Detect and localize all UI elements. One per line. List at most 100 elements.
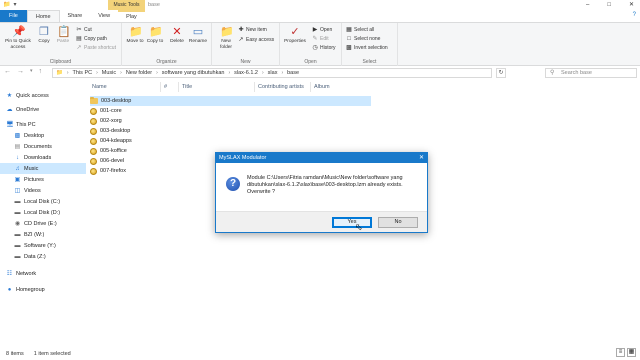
- move-to-icon: 📁: [129, 26, 143, 38]
- column-album[interactable]: Album: [310, 82, 370, 92]
- search-input[interactable]: ⚲ Search base: [545, 68, 637, 78]
- easy-access-button[interactable]: ↗ Easy access: [238, 37, 274, 43]
- file-row[interactable]: 003-desktop: [90, 126, 370, 136]
- dialog-close-icon[interactable]: ✕: [419, 153, 424, 163]
- breadcrumb-this-pc[interactable]: This PC: [73, 70, 93, 76]
- copy-to-button[interactable]: 📁 Copy to: [146, 26, 164, 45]
- title-bar: 📁 ▾ Music Tools base – □ ✕: [0, 0, 640, 10]
- nav-local-disk-d[interactable]: ▬ Local Disk (D:): [0, 207, 86, 218]
- up-arrow-icon[interactable]: ↑: [39, 68, 43, 75]
- ribbon: 📌 Pin to Quick access ❐ Copy 📋 Paste ✂ C…: [0, 22, 640, 66]
- breadcrumb-base[interactable]: base: [287, 70, 299, 76]
- lzm-file-icon: [90, 157, 97, 165]
- nav-music[interactable]: ♫ Music: [0, 163, 86, 174]
- tab-home[interactable]: Home: [26, 10, 60, 22]
- column-number[interactable]: #: [160, 82, 178, 92]
- copy-path-icon: ▤: [76, 36, 82, 42]
- nav-network[interactable]: ☷ Network: [0, 268, 86, 279]
- nav-videos[interactable]: ◫ Videos: [0, 185, 86, 196]
- dialog-message: Module C:\Users\Fitria ramdani\Music\New…: [247, 175, 403, 195]
- copy-path-button[interactable]: ▤ Copy path: [76, 36, 107, 42]
- close-button[interactable]: ✕: [629, 0, 634, 10]
- edit-button[interactable]: ✎ Edit: [312, 36, 328, 42]
- large-icons-view-icon[interactable]: ▦: [627, 348, 636, 357]
- paste-shortcut-button[interactable]: ↗ Paste shortcut: [76, 45, 115, 51]
- paste-button[interactable]: 📋 Paste: [55, 26, 71, 45]
- maximize-button[interactable]: □: [607, 0, 611, 10]
- history-icon: ◷: [312, 45, 318, 51]
- breadcrumb-slax-612[interactable]: slax-6.1.2: [234, 70, 258, 76]
- breadcrumb-software[interactable]: software yang dibutuhkan: [162, 70, 225, 76]
- column-name[interactable]: Name: [92, 82, 162, 92]
- delete-icon: ✕: [172, 26, 182, 38]
- history-button[interactable]: ◷ History: [312, 45, 335, 51]
- pin-quick-access-button[interactable]: 📌 Pin to Quick access: [3, 26, 33, 50]
- new-item-button[interactable]: ✚ New item: [238, 27, 266, 33]
- nav-local-disk-c[interactable]: ▬ Local Disk (C:): [0, 196, 86, 207]
- nav-documents[interactable]: ▤ Documents: [0, 141, 86, 152]
- copy-to-icon: 📁: [149, 26, 163, 38]
- nav-onedrive[interactable]: ☁ OneDrive: [0, 104, 86, 115]
- nav-desktop[interactable]: ▩ Desktop: [0, 130, 86, 141]
- refresh-icon[interactable]: ↻: [496, 68, 506, 78]
- no-button[interactable]: No: [378, 217, 418, 228]
- select-all-button[interactable]: ▦ Select all: [346, 27, 374, 33]
- nav-software-y[interactable]: ▬ Software (Y:): [0, 240, 86, 251]
- context-tab-title: Music Tools: [108, 0, 145, 10]
- file-row[interactable]: 004-kdeapps: [90, 136, 370, 146]
- file-row[interactable]: 001-core: [90, 106, 370, 116]
- nav-data-z[interactable]: ▬ Data (Z:): [0, 251, 86, 262]
- dialog-body: ? Module C:\Users\Fitria ramdani\Music\N…: [216, 163, 427, 213]
- dialog-title: MySLAX Modulator: [216, 153, 427, 163]
- details-view-icon[interactable]: ≡: [616, 348, 625, 357]
- nav-downloads[interactable]: ↓ Downloads: [0, 152, 86, 163]
- move-to-button[interactable]: 📁 Move to: [126, 26, 144, 45]
- breadcrumb-music[interactable]: Music: [102, 70, 116, 76]
- clipboard-group: 📌 Pin to Quick access ❐ Copy 📋 Paste ✂ C…: [0, 23, 122, 66]
- address-bar[interactable]: 📁 › This PC › Music › New folder › softw…: [52, 68, 492, 78]
- desktop-icon: ▩: [14, 133, 21, 139]
- cd-icon: ◉: [14, 221, 21, 227]
- new-folder-button[interactable]: 📁 New folder: [216, 26, 236, 50]
- tab-share[interactable]: Share: [60, 10, 91, 22]
- nav-bzi-w[interactable]: ▬ BZI (W:): [0, 229, 86, 240]
- tab-play[interactable]: Play: [118, 10, 145, 22]
- edit-icon: ✎: [312, 36, 318, 42]
- tab-file[interactable]: File: [0, 10, 27, 22]
- nav-this-pc[interactable]: 🖥 This PC: [0, 119, 86, 130]
- nav-homegroup[interactable]: ● Homegroup: [0, 284, 86, 295]
- nav-pictures[interactable]: ▣ Pictures: [0, 174, 86, 185]
- drive-icon: ▬: [14, 253, 21, 260]
- nav-cd-drive-e[interactable]: ◉ CD Drive (E:): [0, 218, 86, 229]
- properties-button[interactable]: ✓ Properties: [282, 26, 308, 45]
- column-title[interactable]: Title: [178, 82, 256, 92]
- open-button[interactable]: ▶ Open: [312, 27, 333, 33]
- help-icon[interactable]: ?: [633, 12, 636, 18]
- qat-dropdown-icon[interactable]: ▾: [13, 1, 16, 8]
- address-bar-row: ← → ▾ ↑ 📁 › This PC › Music › New folder…: [0, 66, 640, 80]
- new-folder-icon: 📁: [220, 26, 234, 38]
- cloud-icon: ☁: [6, 107, 13, 113]
- nav-buttons: ← → ▾ ↑: [4, 68, 42, 75]
- open-group: ✓ Properties ▶ Open ✎ Edit ◷ History Ope…: [280, 23, 342, 66]
- folder-icon: [90, 96, 98, 104]
- back-arrow-icon[interactable]: ←: [4, 68, 11, 75]
- copy-button[interactable]: ❐ Copy: [36, 26, 52, 45]
- breadcrumb-slax[interactable]: slax: [268, 70, 278, 76]
- recent-locations-icon[interactable]: ▾: [30, 68, 33, 75]
- forward-arrow-icon[interactable]: →: [17, 68, 24, 75]
- rename-button[interactable]: ▭ Rename: [188, 26, 208, 45]
- breadcrumb-new-folder[interactable]: New folder: [126, 70, 152, 76]
- file-row[interactable]: 003-desktop: [90, 96, 371, 106]
- file-row[interactable]: 002-xorg: [90, 116, 370, 126]
- column-contributing-artists[interactable]: Contributing artists: [254, 82, 310, 92]
- cut-button[interactable]: ✂ Cut: [76, 27, 91, 33]
- invert-selection-button[interactable]: ▩ Invert selection: [346, 45, 387, 51]
- yes-button[interactable]: Yes: [332, 217, 372, 228]
- select-none-button[interactable]: □ Select none: [346, 36, 380, 42]
- easy-access-icon: ↗: [238, 37, 244, 43]
- minimize-button[interactable]: –: [586, 0, 589, 10]
- tab-view[interactable]: View: [90, 10, 118, 22]
- delete-button[interactable]: ✕ Delete: [168, 26, 186, 45]
- nav-quick-access[interactable]: ★ Quick access: [0, 90, 86, 101]
